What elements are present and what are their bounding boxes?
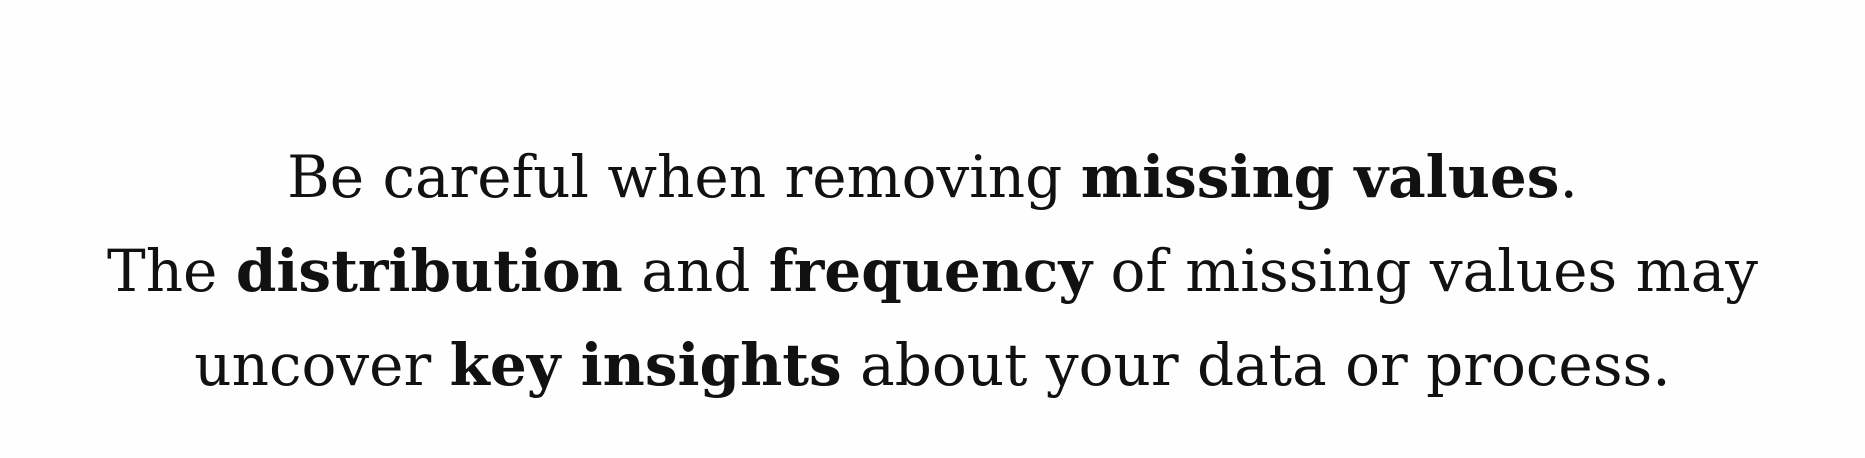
- line-2-emphasis-distribution: distribution: [235, 237, 623, 305]
- line-3: uncover key insights about your data or …: [0, 318, 1865, 412]
- line-3-segment-3: about your data or process.: [841, 331, 1671, 399]
- line-3-segment-1: uncover: [194, 331, 450, 399]
- line-2: The distribution and frequency of missin…: [0, 224, 1865, 318]
- line-2-segment-5: of missing values may: [1092, 237, 1758, 305]
- line-1: Be careful when removing missing values.: [0, 130, 1865, 224]
- line-1-segment-3: .: [1559, 143, 1578, 211]
- line-1-segment-1: Be careful when removing: [287, 143, 1081, 211]
- line-2-segment-3: and: [622, 237, 769, 305]
- line-2-emphasis-frequency: frequency: [768, 237, 1093, 305]
- line-3-emphasis-key-insights: key insights: [449, 331, 842, 399]
- quote-text: Be careful when removing missing values.…: [0, 130, 1865, 412]
- line-1-emphasis-missing-values: missing values: [1080, 143, 1560, 211]
- slide: Be careful when removing missing values.…: [0, 0, 1865, 458]
- line-2-segment-1: The: [107, 237, 236, 305]
